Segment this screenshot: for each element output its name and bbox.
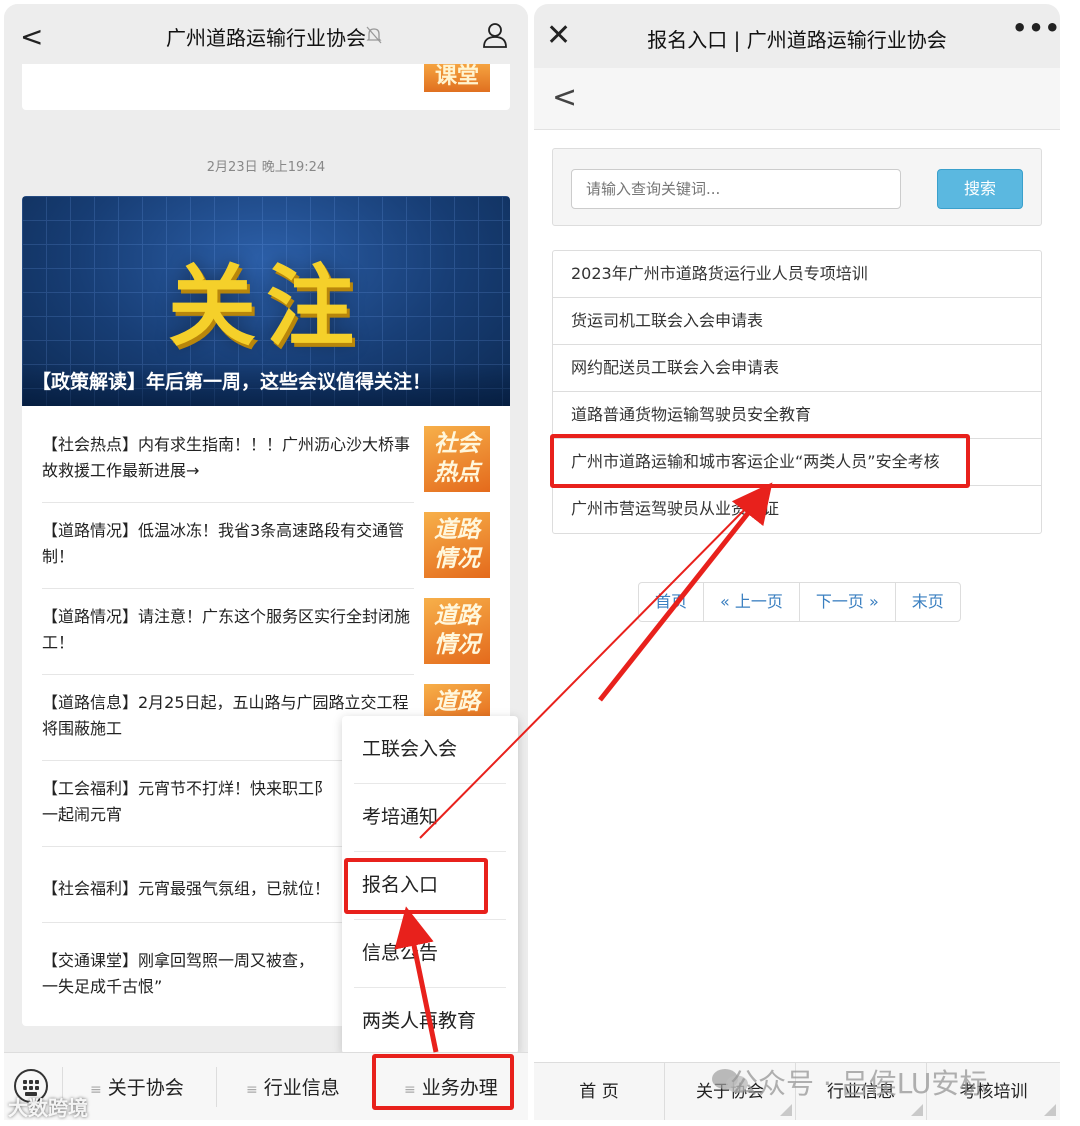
news-item[interactable]: 【道路情况】请注意！广东这个服务区实行全封闭施工！ xyxy=(42,604,414,656)
list-item[interactable]: 广州市营运驾驶员从业资格证 xyxy=(553,486,1041,533)
news-thumbnail: 道路 情况 xyxy=(424,598,490,664)
news-thumbnail: 社会 热点 xyxy=(424,426,490,492)
article-thumbnail: 课堂 xyxy=(424,64,490,92)
right-phone-screen: ✕ 报名入口 | 广州道路运输行业协会 ••• < 搜索 2023年广州市道路货… xyxy=(534,4,1060,1120)
highlight-registration-item xyxy=(344,858,488,914)
search-button[interactable]: 搜索 xyxy=(937,169,1023,209)
list-item[interactable]: 2023年广州市道路货运行业人员专项培训 xyxy=(553,251,1041,298)
highlight-list-item xyxy=(550,434,970,488)
watermark-left: 大数跨境 xyxy=(8,1096,88,1120)
page-last-button[interactable]: 末页 xyxy=(896,583,960,621)
menu-item-training-notice[interactable]: 考培通知 xyxy=(342,784,518,851)
tab-industry-info[interactable]: ≡ 行业信息 xyxy=(246,1073,340,1100)
search-input[interactable] xyxy=(571,169,901,209)
submenu-indicator xyxy=(780,1104,792,1116)
watermark-right: 公众号 · 吕侯LU安标 xyxy=(730,1067,988,1100)
divider xyxy=(42,674,414,675)
page-prev-button[interactable]: « 上一页 xyxy=(704,583,800,621)
registration-list: 2023年广州市道路货运行业人员专项培训 货运司机工联会入会申请表 网约配送员工… xyxy=(552,250,1042,534)
tab-about[interactable]: ≡ 关于协会 xyxy=(90,1073,184,1100)
list-item[interactable]: 网约配送员工联会入会申请表 xyxy=(553,345,1041,392)
message-timestamp: 2月23日 晚上19:24 xyxy=(206,160,326,175)
news-thumbnail: 道路 情况 xyxy=(424,512,490,578)
menu-item-union[interactable]: 工联会入会 xyxy=(342,716,518,783)
news-item[interactable]: 【道路情况】低温冰冻！我省3条高速路段有交通管制！ xyxy=(42,518,414,570)
news-item[interactable]: 【交通课堂】刚拿回驾照一周又被查， 一失足成千古恨” xyxy=(42,948,342,1000)
menu-item-re-education[interactable]: 两类人再教育 xyxy=(342,988,518,1055)
menu-item-announcements[interactable]: 信息公告 xyxy=(342,920,518,987)
news-item[interactable]: 【社会福利】元宵最强气氛组，已就位！ xyxy=(42,876,342,902)
menu-icon: ≡ xyxy=(90,1082,102,1098)
list-item[interactable]: 道路普通货物运输驾驶员安全教育 xyxy=(553,392,1041,439)
thumb-label: 道路 xyxy=(434,689,480,715)
hero-banner[interactable]: 关注 【政策解读】年后第一周，这些会议值得关注！ xyxy=(22,196,510,406)
news-item[interactable]: 【工会福利】元宵节不打烊！快来职工阝 一起闹元宵 xyxy=(42,776,342,828)
hero-headline: 关注 xyxy=(167,255,364,358)
tab-label: 行业信息 xyxy=(263,1077,340,1099)
divider xyxy=(42,502,414,503)
menu-icon: ≡ xyxy=(246,1082,258,1098)
previous-article-card[interactable]: 课堂 xyxy=(22,64,510,110)
bell-muted-icon xyxy=(366,26,382,44)
page-first-button[interactable]: 首页 xyxy=(639,583,705,621)
left-top-bar: < 广州道路运输行业协会 xyxy=(4,4,528,66)
person-icon[interactable] xyxy=(482,22,508,48)
tab-home[interactable]: 首 页 xyxy=(534,1063,664,1120)
list-item[interactable]: 货运司机工联会入会申请表 xyxy=(553,298,1041,345)
navigation-bar: < xyxy=(534,68,1060,130)
page-next-button[interactable]: 下一页 » xyxy=(800,583,896,621)
news-item[interactable]: 【社会热点】内有求生指南！！！广州沥心沙大桥事故救援工作最新进展→ xyxy=(42,432,414,484)
thumb-label: 道路 情况 xyxy=(434,603,480,658)
right-top-bar: ✕ 报名入口 | 广州道路运输行业协会 ••• xyxy=(534,4,1060,68)
submenu-indicator xyxy=(911,1104,923,1116)
search-panel: 搜索 xyxy=(552,148,1042,226)
divider xyxy=(42,588,414,589)
tab-label: 关于协会 xyxy=(107,1077,184,1099)
left-phone-screen: < 广州道路运输行业协会 课堂 2月23日 晚上19:24 关注 【政策解读】年… xyxy=(4,4,528,1120)
thumb-label: 道路 情况 xyxy=(434,517,480,572)
divider xyxy=(216,1067,217,1107)
hero-caption: 【政策解读】年后第一周，这些会议值得关注！ xyxy=(22,362,510,406)
thumb-label: 社会 热点 xyxy=(434,431,480,486)
highlight-business-tab xyxy=(372,1054,514,1110)
submenu-indicator xyxy=(1044,1104,1056,1116)
pagination: 首页 « 上一页 下一页 » 末页 xyxy=(638,582,961,622)
more-icon[interactable]: ••• xyxy=(1012,14,1060,42)
chat-title: 广州道路运输行业协会 xyxy=(166,26,366,50)
page-title: 报名入口 | 广州道路运输行业协会 xyxy=(647,28,947,52)
back-icon[interactable]: < xyxy=(552,80,577,115)
